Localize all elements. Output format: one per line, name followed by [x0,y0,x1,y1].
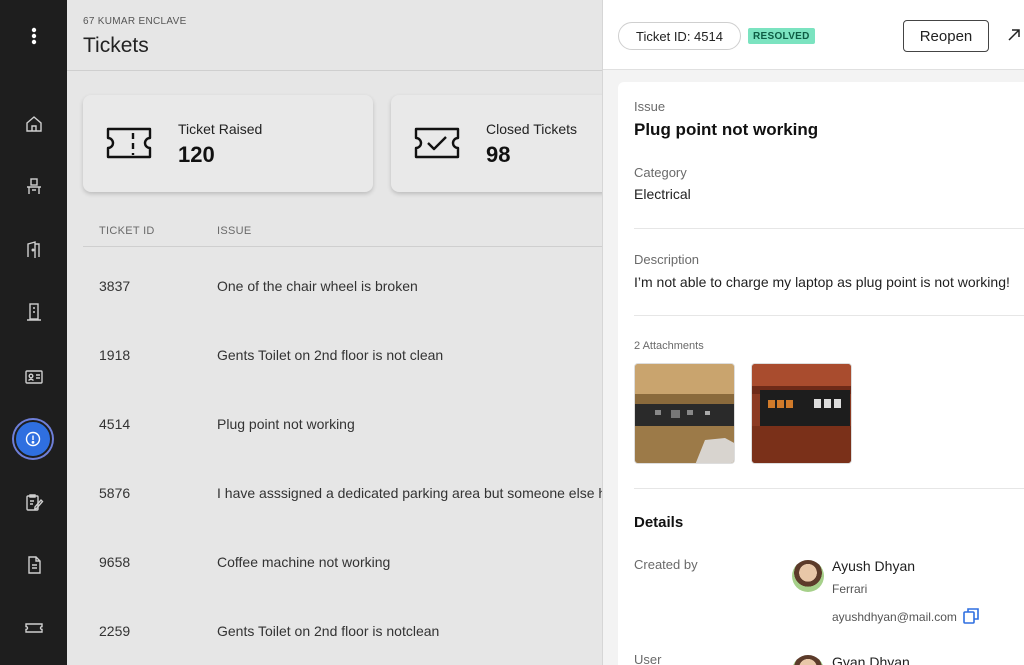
issue-label: Issue [634,99,666,114]
status-badge: RESOLVED [748,28,815,44]
stat-value: 98 [486,142,511,167]
issue-cell: One of the chair wheel is broken [217,278,418,294]
page-header: 67 KUMAR ENCLAVE Tickets [67,0,602,71]
ticket-raised-card: Ticket Raised 120 [83,95,373,192]
description-value: I’m not able to charge my laptop as plug… [634,274,1010,290]
issue-cell: Coffee machine not working [217,554,391,570]
reopen-button[interactable]: Reopen [903,20,989,52]
alert-circle-icon[interactable] [14,420,52,458]
copy-icon[interactable] [961,606,981,626]
table-row[interactable]: 5876 I have asssigned a dedicated parkin… [67,459,602,528]
divider [634,228,1024,229]
avatar [792,560,824,592]
stat-label: Ticket Raised [178,121,263,137]
panel-header: Ticket ID: 4514 RESOLVED Reopen [603,0,1024,70]
table-row[interactable]: 4514 Plug point not working [67,390,602,459]
issue-cell: Gents Toilet on 2nd floor is notclean [217,623,440,639]
home-icon[interactable] [0,104,67,144]
divider [634,315,1024,316]
ticket-detail-body: Issue Plug point not working Category El… [618,82,1024,665]
stat-value: 120 [178,142,215,167]
ticket-id-cell: 3837 [99,278,131,294]
attachment-thumbnail[interactable] [751,363,852,464]
ticket-detail-panel: Ticket ID: 4514 RESOLVED Reopen Issue Pl… [602,0,1024,665]
created-by-label: Created by [634,557,698,572]
divider [83,246,602,247]
avatar [792,655,824,665]
ticket-id-cell: 5876 [99,485,131,501]
category-label: Category [634,165,687,180]
table-row[interactable]: 1918 Gents Toilet on 2nd floor is not cl… [67,321,602,390]
divider [634,488,1024,489]
door-icon[interactable] [0,230,67,270]
issue-cell: I have asssigned a dedicated parking are… [217,485,602,501]
document-icon[interactable] [0,545,67,585]
details-heading: Details [634,514,684,531]
issue-cell: Plug point not working [217,416,355,432]
desk-icon[interactable] [0,167,67,207]
ticket-check-icon [414,127,460,159]
sidebar [0,0,67,665]
issue-title: Plug point not working [634,120,819,139]
ticket-id-cell: 1918 [99,347,131,363]
breadcrumb[interactable]: 67 KUMAR ENCLAVE [83,16,187,27]
expand-arrow-icon[interactable] [1005,26,1023,44]
description-label: Description [634,252,700,267]
attachments-label: 2 Attachments [634,340,704,352]
clipboard-edit-icon[interactable] [0,482,67,522]
ticket-id-cell: 4514 [99,416,131,432]
creator-name: Ayush Dhyan [832,558,916,574]
column-header-issue[interactable]: ISSUE [217,225,252,237]
table-row[interactable]: 3837 One of the chair wheel is broken [67,252,602,321]
creator-company: Ferrari [832,582,868,596]
ticket-id-pill: Ticket ID: 4514 [618,22,741,50]
table-row[interactable]: 2259 Gents Toilet on 2nd floor is notcle… [67,597,602,665]
user-label: User [634,652,662,665]
attachment-thumbnail[interactable] [634,363,735,464]
id-card-icon[interactable] [0,357,67,397]
column-header-ticket-id[interactable]: TICKET ID [99,225,155,237]
category-value: Electrical [634,186,691,202]
ticket-id-cell: 2259 [99,623,131,639]
ticket-id-cell: 9658 [99,554,131,570]
ticket-icon [106,127,152,159]
issue-cell: Gents Toilet on 2nd floor is not clean [217,347,444,363]
page-title: Tickets [83,34,149,57]
building-icon[interactable] [0,292,67,332]
ticket-icon[interactable] [0,608,67,648]
stat-label: Closed Tickets [486,121,578,137]
table-row[interactable]: 9658 Coffee machine not working [67,528,602,597]
creator-email: ayushdhyan@mail.com [832,610,957,624]
user-name: Gyan Dhyan [832,654,910,665]
more-vertical-icon[interactable] [0,16,67,56]
